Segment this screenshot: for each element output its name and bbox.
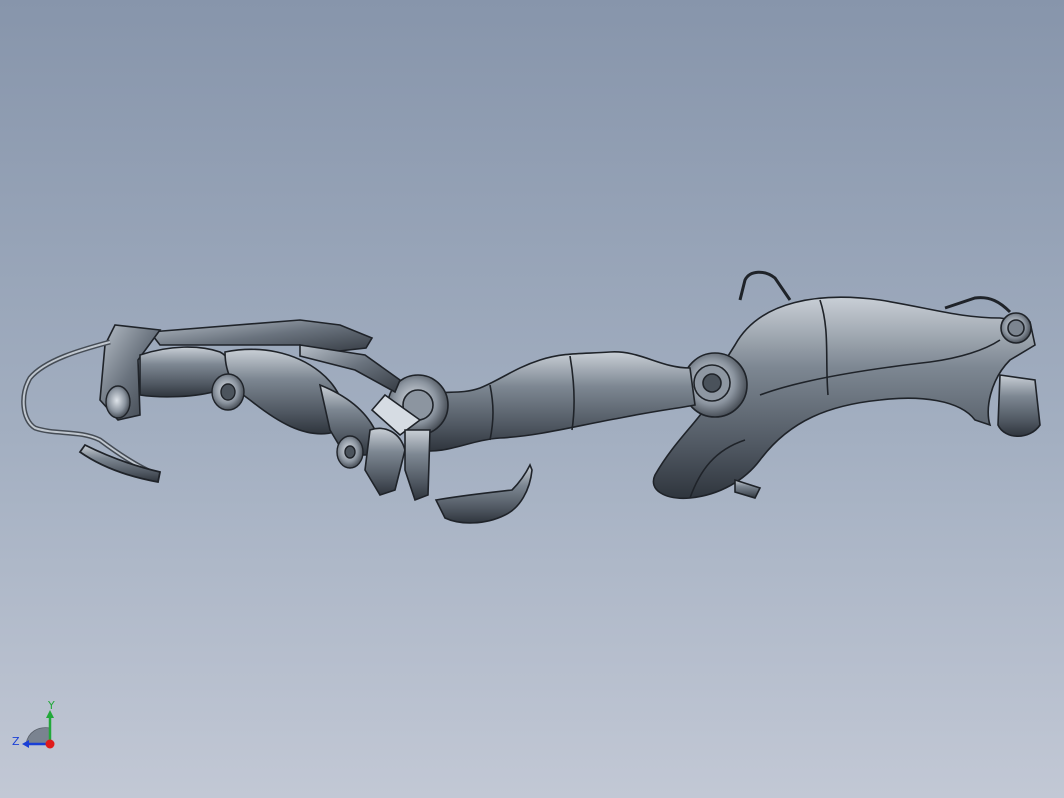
- triad-axes-icon: [22, 710, 55, 749]
- forearm-pad[interactable]: [434, 463, 533, 524]
- triad-z-label: Z: [12, 735, 20, 748]
- orientation-triad: Y Z: [8, 698, 68, 758]
- shoulder-pivot-ring[interactable]: [1000, 312, 1032, 344]
- forearm-bar[interactable]: [419, 351, 696, 452]
- triad-y-label: Y: [48, 699, 55, 712]
- cad-graphics-viewport[interactable]: Y Z: [0, 0, 1064, 798]
- exoskeleton-arm-model[interactable]: [0, 0, 1064, 798]
